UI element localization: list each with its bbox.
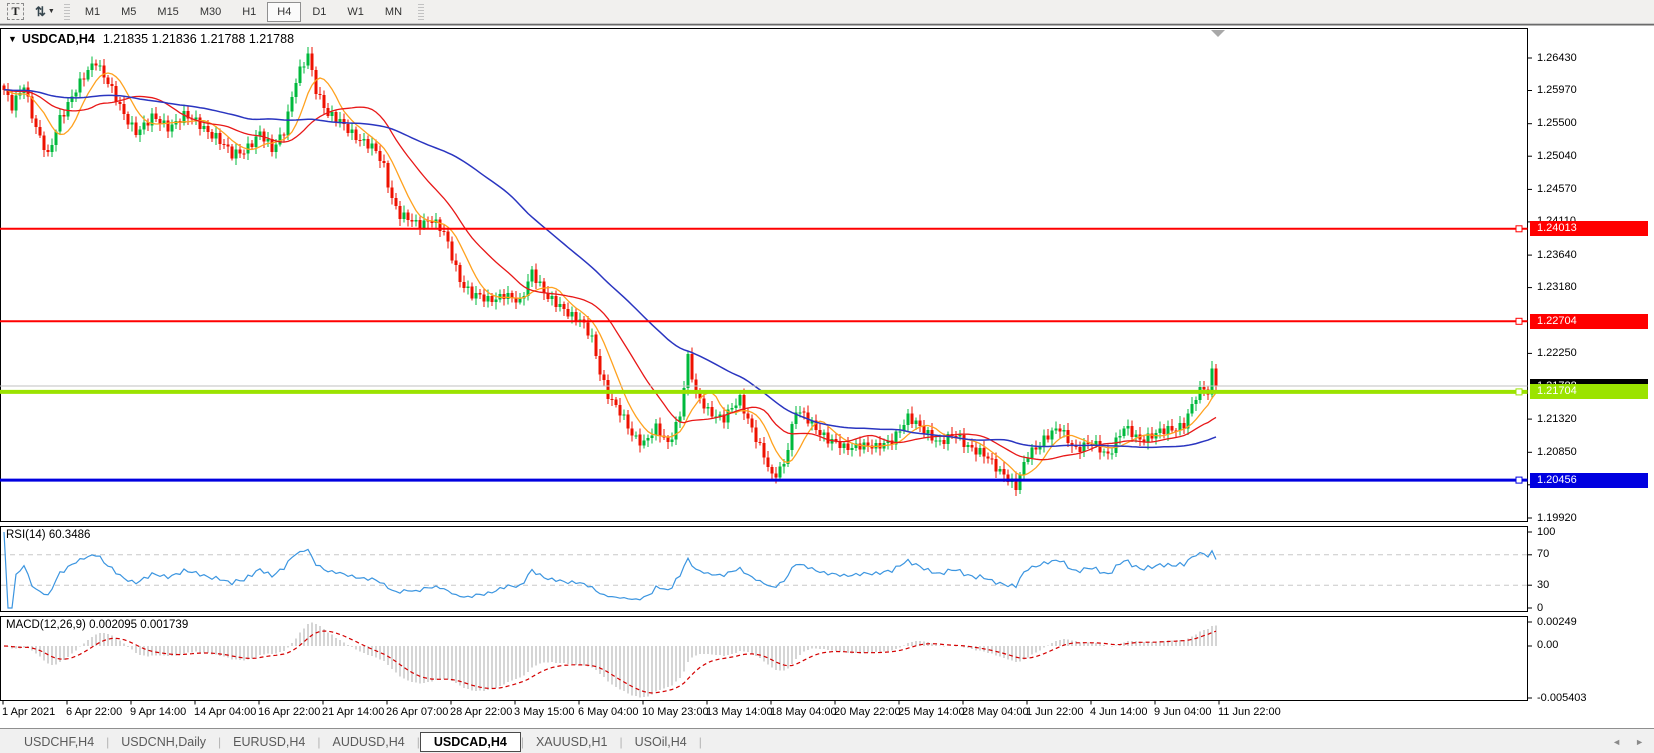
- date-axis-label: 4 Jun 14:00: [1090, 706, 1148, 718]
- date-axis-label: 18 May 04:00: [770, 706, 837, 718]
- date-axis-label: 16 Apr 22:00: [258, 706, 320, 718]
- price-axis-tick: 1.23180: [1537, 281, 1577, 294]
- timeframe-button-m5[interactable]: M5: [111, 2, 146, 22]
- tab-scroll-right-icon[interactable]: ►: [1635, 737, 1644, 747]
- macd-axis-tick: 0.00249: [1537, 616, 1577, 629]
- toolbar-grip: [64, 4, 70, 20]
- date-axis-label: 6 May 04:00: [578, 706, 639, 718]
- date-axis-label: 25 May 14:00: [898, 706, 965, 718]
- chart-ohlc-quotes: 1.21835 1.21836 1.21788 1.21788: [103, 32, 294, 46]
- hline-1.20456: [0, 477, 1528, 483]
- timeframe-button-h4[interactable]: H4: [267, 2, 301, 22]
- text-tool-icon: T: [7, 3, 24, 20]
- sort-arrows-icon: ⇅: [35, 4, 45, 20]
- chart-tab-eurusd-h4[interactable]: EURUSD,H4: [221, 732, 317, 752]
- hline-1.21704: [0, 389, 1528, 395]
- date-axis-label: 6 Apr 22:00: [66, 706, 122, 718]
- timeframe-button-h1[interactable]: H1: [232, 2, 266, 22]
- price-axis-tick: 1.26430: [1537, 52, 1577, 65]
- price-axis-tick: 1.20850: [1537, 446, 1577, 459]
- rsi-axis-tick: 30: [1537, 579, 1549, 592]
- price-axis-tick: 1.25500: [1537, 117, 1577, 130]
- ma-21: [4, 90, 1216, 460]
- date-axis-label: 13 May 14:00: [706, 706, 773, 718]
- price-axis-tick: 1.21320: [1537, 413, 1577, 426]
- arrange-symbols-button[interactable]: ⇅ ▼: [31, 2, 59, 22]
- timeframe-button-d1[interactable]: D1: [302, 2, 336, 22]
- ma-8: [4, 73, 1216, 475]
- chart-tab-audusd-h4[interactable]: AUDUSD,H4: [321, 732, 417, 752]
- date-axis-label: 14 Apr 04:00: [194, 706, 256, 718]
- chart-canvas: [0, 0, 1654, 753]
- timeframe-button-m15[interactable]: M15: [147, 2, 188, 22]
- rsi-line: [4, 532, 1216, 608]
- candles: [4, 47, 1216, 496]
- tab-scroll-left-icon[interactable]: ◄: [1612, 737, 1621, 747]
- chart-tab-usdchf-h4[interactable]: USDCHF,H4: [12, 732, 106, 752]
- macd-indicator-label: MACD(12,26,9) 0.002095 0.001739: [6, 619, 188, 631]
- date-axis-label: 21 Apr 14:00: [322, 706, 384, 718]
- macd-histogram: [4, 622, 1216, 697]
- price-axis-tick: 1.22250: [1537, 347, 1577, 360]
- price-axis-tick: 1.25970: [1537, 84, 1577, 97]
- hline-price-label: 1.24013: [1530, 221, 1648, 236]
- hline-1.22704: [0, 318, 1528, 324]
- date-axis-label: 26 Apr 07:00: [386, 706, 448, 718]
- timeframe-toolbar: M1M5M15M30H1H4D1W1MN: [75, 2, 413, 22]
- date-axis-label: 9 Jun 04:00: [1154, 706, 1212, 718]
- chart-tab-usdcad-h4[interactable]: USDCAD,H4: [420, 732, 521, 752]
- hline-price-label: 1.22704: [1530, 314, 1648, 329]
- text-tool-button[interactable]: T: [3, 2, 28, 22]
- dropdown-caret-icon: ▼: [48, 8, 55, 15]
- macd-axis-tick: 0.00: [1537, 639, 1558, 652]
- date-axis-label: 10 May 23:00: [642, 706, 709, 718]
- date-axis-label: 28 Apr 22:00: [450, 706, 512, 718]
- toolbar-grip: [418, 4, 424, 20]
- timeframe-button-mn[interactable]: MN: [375, 2, 412, 22]
- symbol-dropdown-icon[interactable]: ▼: [8, 34, 17, 44]
- rsi-indicator-label: RSI(14) 60.3486: [6, 529, 90, 541]
- price-axis-tick: 1.25040: [1537, 150, 1577, 163]
- hline-price-label: 1.21704: [1530, 384, 1648, 399]
- rsi-axis-tick: 100: [1537, 526, 1555, 539]
- chart-shift-marker-icon: [1211, 30, 1225, 37]
- chart-window[interactable]: [0, 24, 1654, 728]
- chart-tab-usoil-h4[interactable]: USOil,H4: [623, 732, 699, 752]
- toolbar: T ⇅ ▼ M1M5M15M30H1H4D1W1MN: [0, 0, 1654, 24]
- price-axis-tick: 1.23640: [1537, 249, 1577, 262]
- timeframe-button-m1[interactable]: M1: [75, 2, 110, 22]
- chart-title: ▼ USDCAD,H4 1.21835 1.21836 1.21788 1.2178…: [8, 32, 294, 46]
- macd-axis-tick: -0.005403: [1537, 692, 1587, 705]
- rsi-axis-tick: 0: [1537, 602, 1543, 615]
- tab-separator: |: [699, 735, 702, 749]
- chart-tab-usdcnh-daily[interactable]: USDCNH,Daily: [109, 732, 218, 752]
- date-axis-label: 9 Apr 14:00: [130, 706, 186, 718]
- timeframe-button-w1[interactable]: W1: [337, 2, 374, 22]
- rsi-axis-tick: 70: [1537, 548, 1549, 561]
- date-axis-label: 1 Apr 2021: [2, 706, 55, 718]
- date-axis-label: 1 Jun 22:00: [1026, 706, 1084, 718]
- chart-tab-xauusd-h1[interactable]: XAUUSD,H1: [524, 732, 620, 752]
- chart-symbol-period: USDCAD,H4: [22, 32, 95, 46]
- macd-signal-line: [4, 631, 1216, 693]
- price-axis-tick: 1.24570: [1537, 183, 1577, 196]
- chart-tab-bar: USDCHF,H4|USDCNH,Daily|EURUSD,H4|AUDUSD,…: [0, 728, 1654, 753]
- timeframe-button-m30[interactable]: M30: [190, 2, 231, 22]
- date-axis-label: 3 May 15:00: [514, 706, 575, 718]
- price-axis-tick: 1.19920: [1537, 512, 1577, 525]
- date-axis-label: 28 May 04:00: [962, 706, 1029, 718]
- mt4-window: T ⇅ ▼ M1M5M15M30H1H4D1W1MN ▼ USDCAD,H4 1.2…: [0, 0, 1654, 753]
- hline-1.24013: [0, 226, 1528, 232]
- hline-price-label: 1.20456: [1530, 473, 1648, 488]
- date-axis-label: 20 May 22:00: [834, 706, 901, 718]
- date-axis-label: 11 Jun 22:00: [1218, 706, 1281, 718]
